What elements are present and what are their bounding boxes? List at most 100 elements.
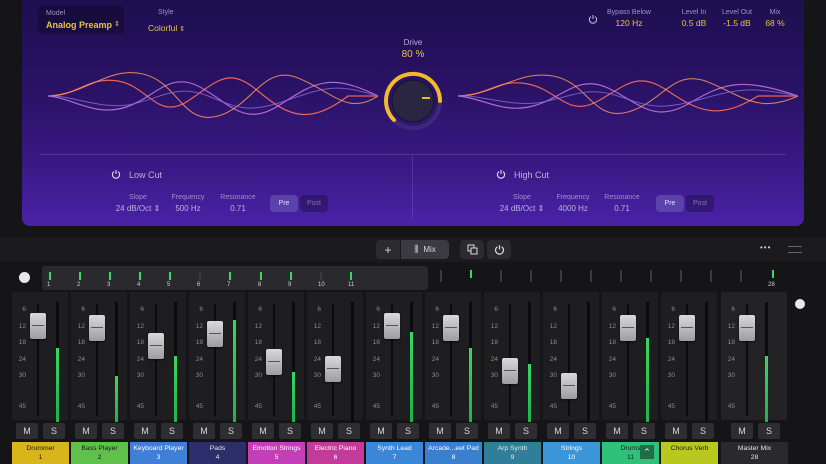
drag-handle-icon[interactable] [788, 246, 802, 253]
channel-overview-strip[interactable] [42, 266, 428, 290]
solo-button[interactable]: S [633, 423, 655, 439]
fader-scale-mark: 12 [254, 322, 262, 330]
volume-fader[interactable] [30, 313, 46, 339]
fader-scale-mark: 6 [435, 306, 439, 313]
fader-scale-mark: 6 [199, 306, 203, 313]
slope-label: Slope [129, 194, 147, 201]
fader-scale-mark: 45 [195, 402, 203, 410]
mute-button[interactable]: M [429, 423, 451, 439]
volume-fader[interactable] [148, 333, 164, 359]
high-cut-post-button[interactable]: Post [686, 195, 714, 212]
high-cut-frequency[interactable]: Frequency 4000 Hz [552, 194, 594, 213]
style-selector[interactable]: Style Colorful ⇕ [148, 9, 185, 36]
channel-name-tag[interactable]: Bass Player 2 [71, 442, 128, 464]
mute-button[interactable]: M [488, 423, 510, 439]
mute-button[interactable]: M [75, 423, 97, 439]
channel-name-tag[interactable]: Emotion Strings 5 [248, 442, 305, 464]
high-cut-resonance[interactable]: Resonance 0.71 [602, 194, 642, 213]
mute-button[interactable]: M [370, 423, 392, 439]
solo-button[interactable]: S [456, 423, 478, 439]
low-cut-resonance[interactable]: Resonance 0.71 [218, 194, 258, 213]
low-cut-post-button[interactable]: Post [300, 195, 328, 212]
overview-meter [79, 272, 81, 280]
power-button[interactable] [487, 240, 511, 259]
solo-button[interactable]: S [220, 423, 242, 439]
channel-name-tag[interactable]: Electric Piano 6 [307, 442, 364, 464]
volume-fader[interactable] [679, 315, 695, 341]
channel-name: Pads [209, 445, 226, 452]
mute-button[interactable]: M [134, 423, 156, 439]
low-cut-pre-button[interactable]: Pre [270, 195, 298, 212]
level-out-control[interactable]: Level Out -1.5 dB [717, 9, 757, 28]
bypass-below-control[interactable]: Bypass Below 120 Hz [606, 9, 652, 28]
channel-name-tag[interactable]: Pads 4 [189, 442, 246, 464]
channel-name-tag[interactable]: Master Mix 28 [721, 442, 788, 464]
fader-scale-mark: 30 [136, 372, 144, 379]
mix-view-button[interactable]: ⫼ Mix [401, 240, 449, 259]
volume-fader[interactable] [739, 315, 755, 341]
channel-number: 1 [38, 454, 43, 461]
channel-name-tag[interactable]: Synth Lead 7 [366, 442, 423, 464]
solo-button[interactable]: S [102, 423, 124, 439]
solo-button[interactable]: S [758, 423, 780, 439]
low-cut-slope[interactable]: Slope 24 dB/Oct ⇕ [110, 194, 166, 213]
solo-button[interactable]: S [397, 423, 419, 439]
volume-fader[interactable] [89, 315, 105, 341]
drive-knob[interactable] [382, 70, 444, 132]
level-in-control[interactable]: Level In 0.5 dB [676, 9, 712, 28]
level-meter-fill [233, 320, 236, 422]
solo-button[interactable]: S [515, 423, 537, 439]
solo-button[interactable]: S [279, 423, 301, 439]
settings-dot-icon[interactable] [795, 299, 805, 309]
channel-name-tag[interactable]: Arp Synth 9 [484, 442, 541, 464]
channel-number: 2 [97, 454, 102, 461]
channel-name-tag[interactable]: Keyboard Player 3 [130, 442, 187, 464]
volume-fader[interactable] [561, 373, 577, 399]
low-cut-frequency[interactable]: Frequency 500 Hz [168, 194, 208, 213]
mute-button[interactable]: M [311, 423, 333, 439]
solo-button[interactable]: S [43, 423, 65, 439]
model-selector[interactable]: Model Analog Preamp ⇕ [38, 6, 124, 34]
mute-button[interactable]: M [731, 423, 753, 439]
channel-name: Chorus Verb [670, 445, 709, 452]
solo-button[interactable]: S [161, 423, 183, 439]
high-cut-pre-button[interactable]: Pre [656, 195, 684, 212]
volume-fader[interactable] [266, 349, 282, 375]
low-cut-power-icon[interactable] [111, 169, 121, 179]
mix-control[interactable]: Mix 68 % [760, 9, 790, 28]
solo-button[interactable]: S [574, 423, 596, 439]
channel-name-tag[interactable]: Drummer 1 [12, 442, 69, 464]
volume-fader[interactable] [384, 313, 400, 339]
more-icon[interactable]: ••• [760, 243, 771, 252]
mute-button[interactable]: M [252, 423, 274, 439]
channel-number: 3 [156, 454, 161, 461]
solo-button[interactable]: S [338, 423, 360, 439]
mute-button[interactable]: M [665, 423, 687, 439]
volume-fader[interactable] [207, 321, 223, 347]
overview-meter [290, 272, 292, 280]
mute-button[interactable]: M [16, 423, 38, 439]
overview-menu-icon[interactable] [19, 272, 30, 283]
channel-name-tag[interactable]: Arcade...eet Pad 8 [425, 442, 482, 464]
high-cut-slope[interactable]: Slope 24 dB/Oct ⇕ [494, 194, 550, 213]
mute-button[interactable]: M [547, 423, 569, 439]
mute-button[interactable]: M [193, 423, 215, 439]
chevron-up-icon[interactable]: ⌃ [640, 445, 654, 459]
channel-name-tag[interactable]: Chorus Verb [661, 442, 718, 464]
level-meter [705, 302, 708, 422]
volume-fader[interactable] [325, 356, 341, 382]
volume-fader[interactable] [620, 315, 636, 341]
high-cut-power-icon[interactable] [496, 169, 506, 179]
overview-meter [772, 270, 774, 278]
solo-button[interactable]: S [692, 423, 714, 439]
add-button[interactable]: + [376, 240, 400, 259]
fader-scale-mark: 30 [254, 372, 262, 379]
channel-name-tag[interactable]: Strings 10 [543, 442, 600, 464]
bypass-power-icon[interactable] [588, 14, 598, 24]
fader-scale-mark: 6 [140, 306, 144, 313]
volume-fader[interactable] [443, 315, 459, 341]
mute-button[interactable]: M [606, 423, 628, 439]
volume-fader[interactable] [502, 358, 518, 384]
duplicate-button[interactable] [460, 240, 484, 259]
fader-scale-mark: 45 [667, 402, 675, 410]
